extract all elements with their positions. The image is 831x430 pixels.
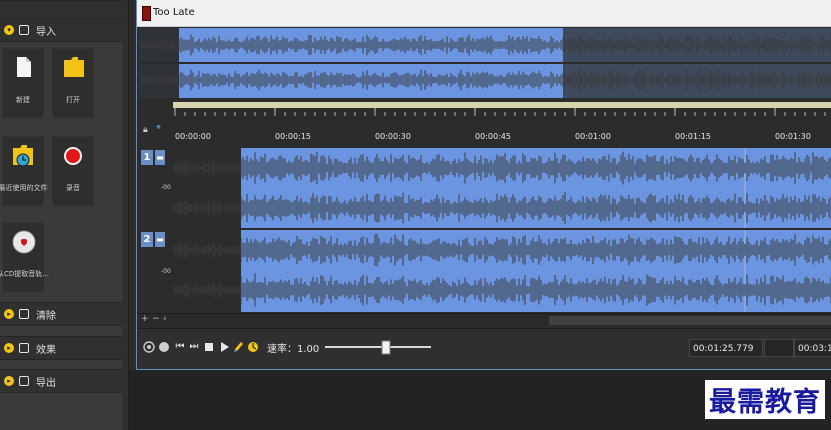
tile-recent[interactable]: 最近使用的文件 — [0, 136, 48, 206]
stop-icon[interactable] — [203, 341, 215, 353]
section-label-effects: 效果 — [36, 344, 56, 356]
cd-icon — [12, 230, 36, 254]
timeline-tick-label: 00:01:15 — [675, 132, 711, 141]
section-label-clear: 清除 — [36, 310, 56, 322]
chevron-down-icon: ▾ — [4, 25, 14, 35]
export-icon — [19, 376, 29, 386]
window-title: Too Late — [153, 7, 195, 18]
snap-icon[interactable]: ⌖ — [156, 123, 161, 133]
tile-new[interactable]: 新建 — [2, 48, 44, 118]
transport-bar: ⏮︎ ⏭︎ 速率：1.00 00:01:25.779 00:03:16.8 — [137, 328, 831, 369]
track-waveforms[interactable] — [173, 148, 831, 312]
overview-waveform[interactable] — [139, 28, 831, 98]
speed-label: 速率：1.00 — [267, 344, 320, 355]
track-menu-button[interactable]: ▬ — [155, 150, 165, 165]
chevron-right-icon: ▸ — [4, 309, 14, 319]
timeline-ruler[interactable] — [173, 102, 831, 116]
zoom-out-icon[interactable]: − — [152, 314, 160, 324]
pencil-icon[interactable] — [232, 341, 244, 353]
section-label-import: 导入 — [36, 26, 56, 38]
timeline-tick-label: 00:00:00 — [175, 132, 211, 141]
effects-icon — [19, 343, 29, 353]
timeline-tick-label: 00:01:30 — [775, 132, 811, 141]
loop-icon[interactable] — [143, 341, 155, 353]
skip-start-icon[interactable]: ⏮︎ — [174, 341, 186, 353]
chevron-right-icon: ▸ — [4, 376, 14, 386]
timeline-tick-label: 00:01:00 — [575, 132, 611, 141]
section-header-import[interactable]: ▾ 导入 — [0, 18, 128, 42]
skip-end-icon[interactable]: ⏭︎ — [188, 341, 200, 353]
track-header-1: 1 ▬ -00 — [137, 148, 173, 228]
current-time-display: 00:01:25.779 — [689, 339, 763, 357]
sidebar: ▾ 导入 新建 打开 最近使用的文件 录音 从CD提取音轨... ▸ 清除 ▸ … — [0, 0, 129, 430]
import-icon — [19, 25, 29, 35]
scrollbar-thumb[interactable] — [549, 316, 831, 325]
lock-icon[interactable]: 🔒︎ — [143, 125, 148, 135]
timeline-tick-label: 00:00:45 — [475, 132, 511, 141]
record-icon — [64, 147, 82, 165]
scroll-left-icon[interactable]: ‹ — [163, 314, 167, 324]
section-label-export: 导出 — [36, 377, 56, 389]
selection-time-display — [764, 339, 794, 357]
tile-label-new: 新建 — [16, 96, 30, 104]
play-icon[interactable] — [218, 341, 230, 353]
db-label: -00 — [161, 268, 171, 275]
tile-record[interactable]: 录音 — [52, 136, 94, 206]
watermark-logo: 最需教育 — [705, 380, 825, 419]
ruler-ticks — [174, 108, 826, 116]
tile-label-recent: 最近使用的文件 — [0, 184, 48, 192]
total-time-display: 00:03:16.8 — [794, 339, 831, 357]
track-header-2: 2 ▬ -00 — [137, 230, 173, 310]
timeline-tick-label: 00:00:30 — [375, 132, 411, 141]
document-titlebar: Too Late — [137, 0, 831, 27]
db-label: -00 — [161, 184, 171, 191]
section-header-export[interactable]: ▸ 导出 — [0, 369, 128, 393]
document-icon — [142, 6, 151, 21]
tile-cd[interactable]: 从CD提取音轨... — [0, 222, 49, 292]
horizontal-scrollbar[interactable]: + − ‹ — [137, 313, 831, 327]
metronome-icon[interactable] — [247, 341, 259, 353]
clear-icon — [19, 309, 29, 319]
sidebar-scrollbar[interactable] — [122, 0, 128, 430]
stop-record-icon[interactable] — [158, 341, 170, 353]
tile-label-open: 打开 — [66, 96, 80, 104]
track-number[interactable]: 1 — [141, 150, 153, 165]
tile-label-record: 录音 — [66, 184, 80, 192]
zoom-in-icon[interactable]: + — [141, 314, 149, 324]
editor-window: Too Late 🔒︎ ⌖ 00:00:00 00:00:15 00:00:30 00… — [136, 0, 831, 370]
tile-label-cd: 从CD提取音轨... — [0, 270, 49, 278]
track-number[interactable]: 2 — [141, 232, 153, 247]
sidebar-top-strip — [0, 0, 128, 20]
track-menu-button[interactable]: ▬ — [155, 232, 165, 247]
new-file-icon — [17, 57, 31, 77]
tile-open[interactable]: 打开 — [52, 48, 94, 118]
speed-slider[interactable] — [325, 339, 431, 355]
section-header-effects[interactable]: ▸ 效果 — [0, 336, 128, 360]
chevron-right-icon: ▸ — [4, 343, 14, 353]
folder-icon — [64, 57, 84, 77]
timeline-tick-label: 00:00:15 — [275, 132, 311, 141]
recent-folder-icon — [13, 145, 33, 167]
section-header-clear[interactable]: ▸ 清除 — [0, 302, 128, 326]
